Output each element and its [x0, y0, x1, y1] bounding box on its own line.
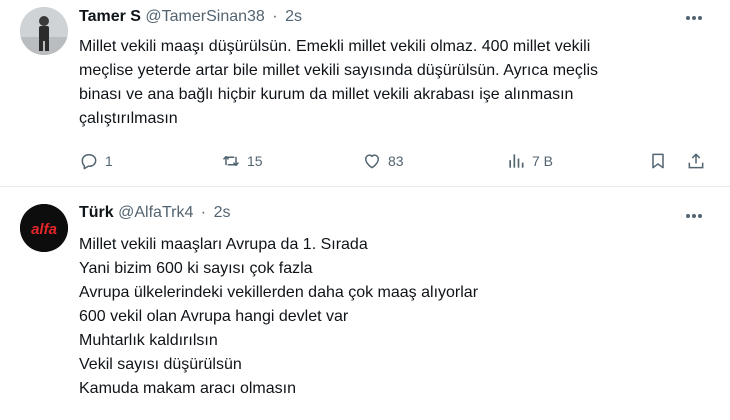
timestamp[interactable]: 2s	[285, 8, 302, 25]
tweet-text-line: binası ve ana bağlı hiçbir kurum da mill…	[79, 86, 574, 103]
like-button[interactable]: 83	[362, 149, 404, 173]
avatar-photo	[20, 7, 68, 55]
tweet-text-line: Millet vekili maaşları Avrupa da 1. Sıra…	[79, 236, 368, 253]
tweet-header: Tamer S @TamerSinan38 · 2s	[79, 8, 302, 30]
retweet-button[interactable]: 15	[221, 149, 263, 173]
svg-text:alfa: alfa	[31, 221, 57, 238]
tweet-text-line: meçlise yeterde artar bile millet vekili…	[79, 62, 599, 79]
views-icon	[509, 154, 524, 168]
timestamp[interactable]: 2s	[214, 204, 231, 221]
reply-button[interactable]: 1	[79, 149, 113, 173]
share-button[interactable]	[686, 149, 706, 173]
tweet-text-line: Millet vekili maaşı düşürülsün. Emekli m…	[79, 38, 591, 55]
display-name[interactable]: Türk	[79, 204, 114, 221]
tweet-actions: 1 15 83 7 B	[79, 149, 709, 173]
tweet-text-line: Vekil sayısı düşürülsün	[79, 356, 242, 373]
user-handle[interactable]: @AlfaTrk4	[118, 204, 193, 221]
user-handle[interactable]: @TamerSinan38	[145, 8, 264, 25]
tweet-text-line: Yani bizim 600 ki sayısı çok fazla	[79, 260, 313, 277]
tweet-text: Millet vekili maaşları Avrupa da 1. Sıra…	[79, 233, 709, 401]
avatar[interactable]: alfa	[20, 204, 68, 252]
views-button[interactable]: 7 B	[506, 149, 553, 173]
avatar[interactable]	[20, 7, 68, 55]
bookmark-button[interactable]	[648, 149, 668, 173]
more-options-button[interactable]	[682, 8, 706, 28]
more-icon	[686, 16, 702, 20]
reply-icon	[81, 154, 97, 170]
more-icon	[686, 214, 702, 218]
retweet-icon	[222, 155, 240, 167]
tweet-text: Millet vekili maaşı düşürülsün. Emekli m…	[79, 35, 709, 131]
reply-count: 1	[105, 153, 113, 169]
tweet-text-line: Avrupa ülkelerindeki vekillerden daha ço…	[79, 284, 479, 301]
like-count: 83	[388, 153, 404, 169]
tweet-header: Türk @AlfaTrk4 · 2s	[79, 204, 230, 226]
more-options-button[interactable]	[682, 206, 706, 226]
retweet-count: 15	[247, 153, 263, 169]
tweet-text-line: 600 vekil olan Avrupa hangi devlet var	[79, 308, 349, 325]
tweet-text-line: çalıştırılmasın	[79, 110, 178, 127]
tweet[interactable]: Tamer S @TamerSinan38 · 2s Millet vekili…	[0, 0, 730, 186]
tweet-text-line: Kamuda makam aracı olmasın	[79, 380, 296, 397]
bookmark-icon	[652, 153, 664, 169]
share-icon	[688, 153, 704, 169]
view-count: 7 B	[532, 153, 554, 169]
alfa-logo: alfa	[20, 204, 68, 252]
like-icon	[365, 154, 379, 169]
separator-dot: ·	[200, 204, 207, 221]
separator-dot: ·	[272, 8, 278, 25]
tweet-text-line: Muhtarlık kaldırılsın	[79, 332, 218, 349]
display-name[interactable]: Tamer S	[79, 8, 141, 25]
